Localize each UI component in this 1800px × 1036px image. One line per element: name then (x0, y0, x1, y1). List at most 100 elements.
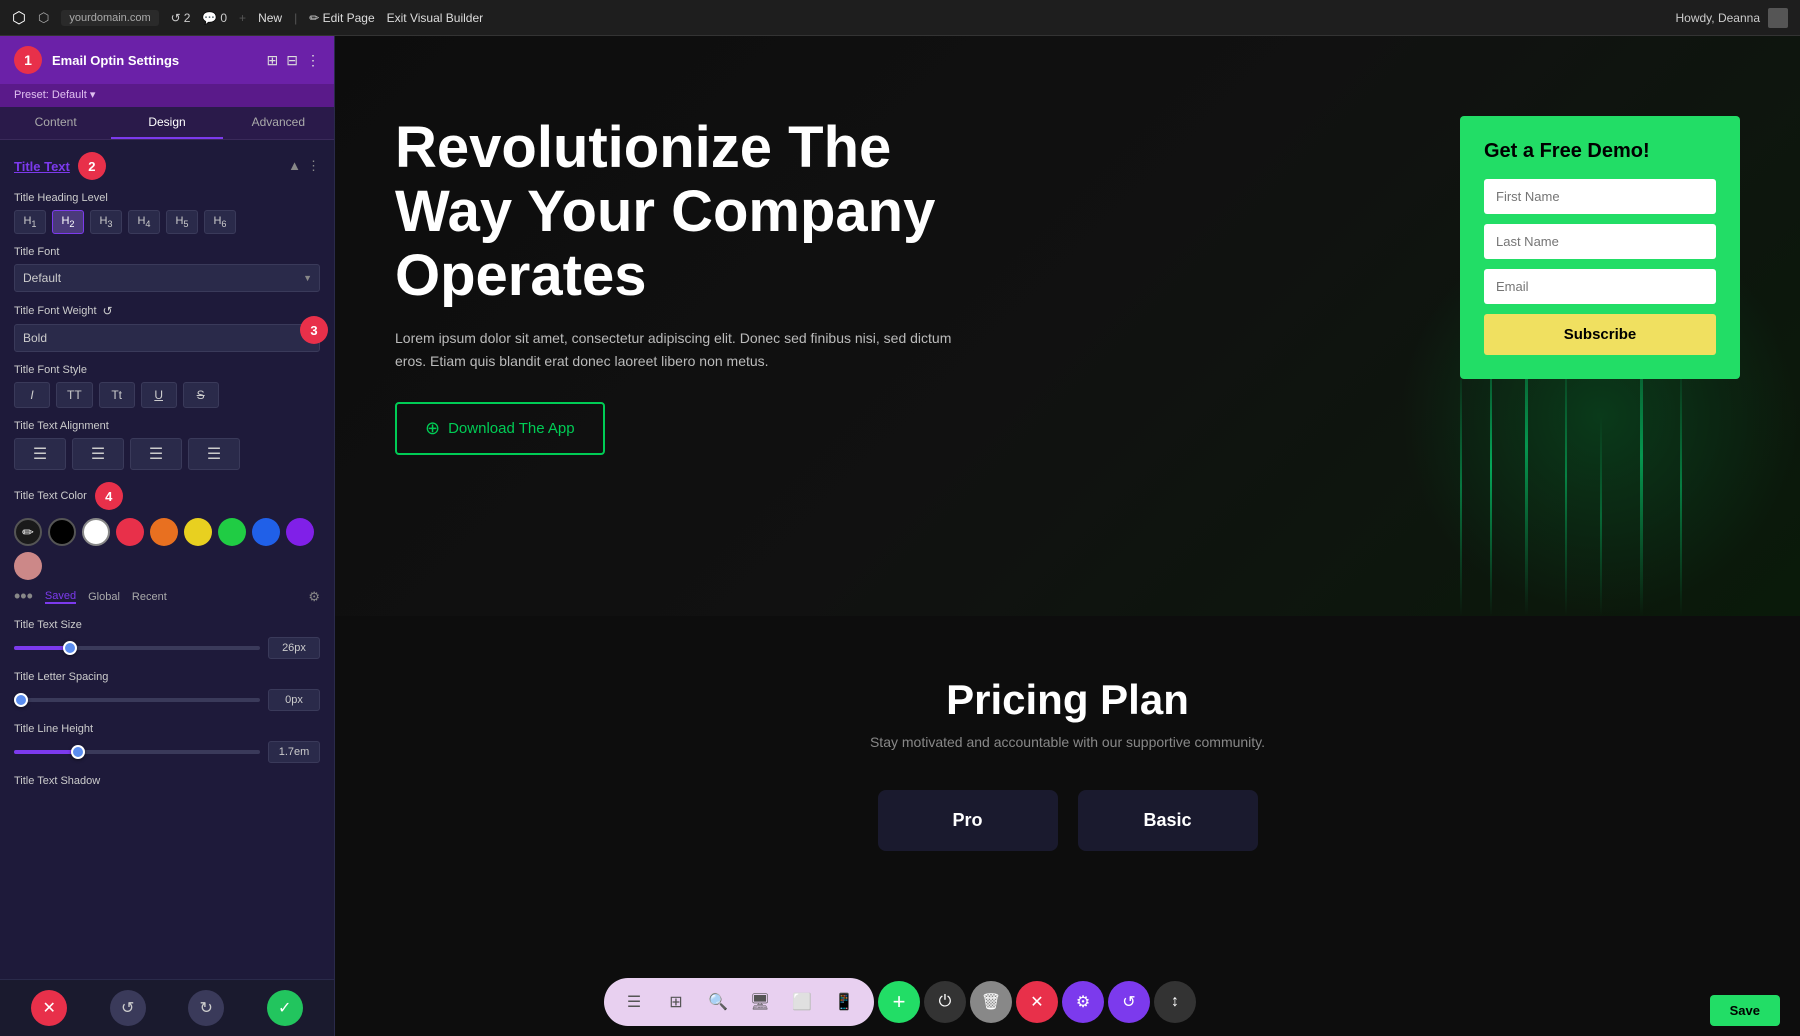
last-name-input[interactable] (1484, 224, 1716, 259)
bottom-toolbar: ☰ ⊞ 🔍 🖥 ⬜ 📱 + ⏻ 🗑 ✕ ⚙ ↺ ↕ (604, 978, 1196, 1026)
collapse-icon[interactable]: ▲ (288, 158, 301, 174)
section-more-icon[interactable]: ⋮ (307, 158, 320, 174)
color-more-btn[interactable]: ••• (14, 586, 33, 607)
text-alignment-buttons: ☰ ☰ ☰ ☰ (14, 438, 320, 470)
toolbar-close-btn[interactable]: ✕ (1016, 981, 1058, 1023)
white-swatch[interactable] (82, 518, 110, 546)
letter-spacing-value[interactable]: 0px (268, 689, 320, 711)
pink-swatch[interactable] (14, 552, 42, 580)
tab-advanced[interactable]: Advanced (223, 107, 334, 139)
color-tab-global[interactable]: Global (88, 591, 120, 603)
letter-spacing-track[interactable] (14, 698, 260, 702)
text-size-track[interactable] (14, 646, 260, 650)
columns-icon[interactable]: ⊟ (286, 52, 298, 69)
font-label: Title Font (14, 246, 320, 258)
topbar-right: Howdy, Deanna (1676, 8, 1789, 28)
yellow-swatch[interactable] (184, 518, 212, 546)
h4-btn[interactable]: H4 (128, 210, 160, 234)
color-tab-recent[interactable]: Recent (132, 591, 167, 603)
toolbar-settings-btn[interactable]: ⚙ (1062, 981, 1104, 1023)
font-style-label: Title Font Style (14, 364, 320, 376)
toolbar-mobile-btn[interactable]: 📱 (826, 984, 862, 1020)
uppercase-btn[interactable]: TT (56, 382, 93, 408)
align-right-btn[interactable]: ☰ (130, 438, 182, 470)
black-swatch[interactable] (48, 518, 76, 546)
download-app-btn[interactable]: ⊕ Download The App (395, 402, 605, 455)
font-select[interactable]: Default (14, 264, 320, 292)
align-left-btn[interactable]: ☰ (14, 438, 66, 470)
text-color-label: Title Text Color 4 (14, 482, 320, 510)
h2-btn[interactable]: H2 (52, 210, 84, 234)
letter-spacing-thumb[interactable] (14, 693, 28, 707)
step-badge-4: 4 (95, 482, 123, 510)
h5-btn[interactable]: H5 (166, 210, 198, 234)
text-size-thumb[interactable] (63, 641, 77, 655)
toolbar-search-btn[interactable]: 🔍 (700, 984, 736, 1020)
reset-weight-icon[interactable]: ↺ (103, 304, 113, 318)
capitalize-btn[interactable]: Tt (99, 382, 135, 408)
text-size-fill (14, 646, 68, 650)
line-height-fill (14, 750, 76, 754)
font-weight-input[interactable] (14, 324, 320, 352)
toolbar-menu-btn[interactable]: ☰ (616, 984, 652, 1020)
toolbar-add-btn[interactable]: + (878, 981, 920, 1023)
new-button[interactable]: New (258, 11, 282, 25)
tab-design[interactable]: Design (111, 107, 222, 139)
letter-spacing-slider-row: 0px (14, 689, 320, 711)
fullscreen-icon[interactable]: ⊞ (267, 52, 279, 69)
section-controls: ▲ ⋮ (288, 158, 320, 174)
email-input[interactable] (1484, 269, 1716, 304)
blue-swatch[interactable] (252, 518, 280, 546)
custom-color-swatch[interactable]: ✏ (14, 518, 42, 546)
site-health-icon[interactable]: ⬡ (38, 10, 49, 26)
tab-content[interactable]: Content (0, 107, 111, 139)
toolbar-modules-btn[interactable]: ⊞ (658, 984, 694, 1020)
toolbar-trash-btn[interactable]: 🗑 (970, 981, 1012, 1023)
font-weight-row: 3 (14, 324, 320, 352)
color-swatches: ✏ (14, 518, 320, 580)
undo-btn[interactable]: ↺ (110, 990, 146, 1026)
align-justify-btn[interactable]: ☰ (188, 438, 240, 470)
exit-builder-button[interactable]: Exit Visual Builder (387, 11, 484, 25)
orange-swatch[interactable] (150, 518, 178, 546)
italic-btn[interactable]: I (14, 382, 50, 408)
purple-swatch[interactable] (286, 518, 314, 546)
toolbar-desktop-btn[interactable]: 🖥 (742, 984, 778, 1020)
line-height-value[interactable]: 1.7em (268, 741, 320, 763)
underline-btn[interactable]: U (141, 382, 177, 408)
color-tab-saved[interactable]: Saved (45, 590, 76, 604)
edit-page-button[interactable]: ✏ Edit Page (309, 11, 374, 25)
green-swatch[interactable] (218, 518, 246, 546)
confirm-btn[interactable]: ✓ (267, 990, 303, 1026)
strikethrough-btn[interactable]: S (183, 382, 219, 408)
red-swatch[interactable] (116, 518, 144, 546)
pricing-section: Pricing Plan Stay motivated and accounta… (335, 616, 1800, 891)
more-options-icon[interactable]: ⋮ (306, 52, 320, 69)
user-avatar[interactable] (1768, 8, 1788, 28)
h1-btn[interactable]: H1 (14, 210, 46, 234)
h6-btn[interactable]: H6 (204, 210, 236, 234)
pricing-title: Pricing Plan (395, 676, 1740, 724)
toolbar-history-btn[interactable]: ↺ (1108, 981, 1150, 1023)
optin-form-card: Get a Free Demo! Subscribe (1460, 116, 1740, 379)
topbar: ⬡ ⬡ yourdomain.com ↺ 2 💬 0 + New | ✏ Edi… (0, 0, 1800, 36)
toolbar-tablet-btn[interactable]: ⬜ (784, 984, 820, 1020)
subscribe-btn[interactable]: Subscribe (1484, 314, 1716, 355)
align-center-btn[interactable]: ☰ (72, 438, 124, 470)
first-name-input[interactable] (1484, 179, 1716, 214)
redo-btn[interactable]: ↻ (188, 990, 224, 1026)
line-height-thumb[interactable] (71, 745, 85, 759)
comment-counter[interactable]: 💬 0 (202, 11, 227, 25)
color-settings-icon[interactable]: ⚙ (308, 589, 320, 605)
preview-area: Revolutionize The Way Your Company Opera… (335, 36, 1800, 1036)
close-panel-btn[interactable]: ✕ (31, 990, 67, 1026)
h3-btn[interactable]: H3 (90, 210, 122, 234)
save-button[interactable]: Save (1710, 995, 1780, 1026)
wp-logo-icon[interactable]: ⬡ (12, 8, 26, 28)
toolbar-power-btn[interactable]: ⏻ (924, 981, 966, 1023)
text-size-value[interactable]: 26px (268, 637, 320, 659)
update-counter[interactable]: ↺ 2 (171, 11, 191, 25)
toolbar-wireframe-btn[interactable]: ↕ (1154, 981, 1196, 1023)
preset-row[interactable]: Preset: Default ▾ (0, 84, 334, 107)
line-height-track[interactable] (14, 750, 260, 754)
